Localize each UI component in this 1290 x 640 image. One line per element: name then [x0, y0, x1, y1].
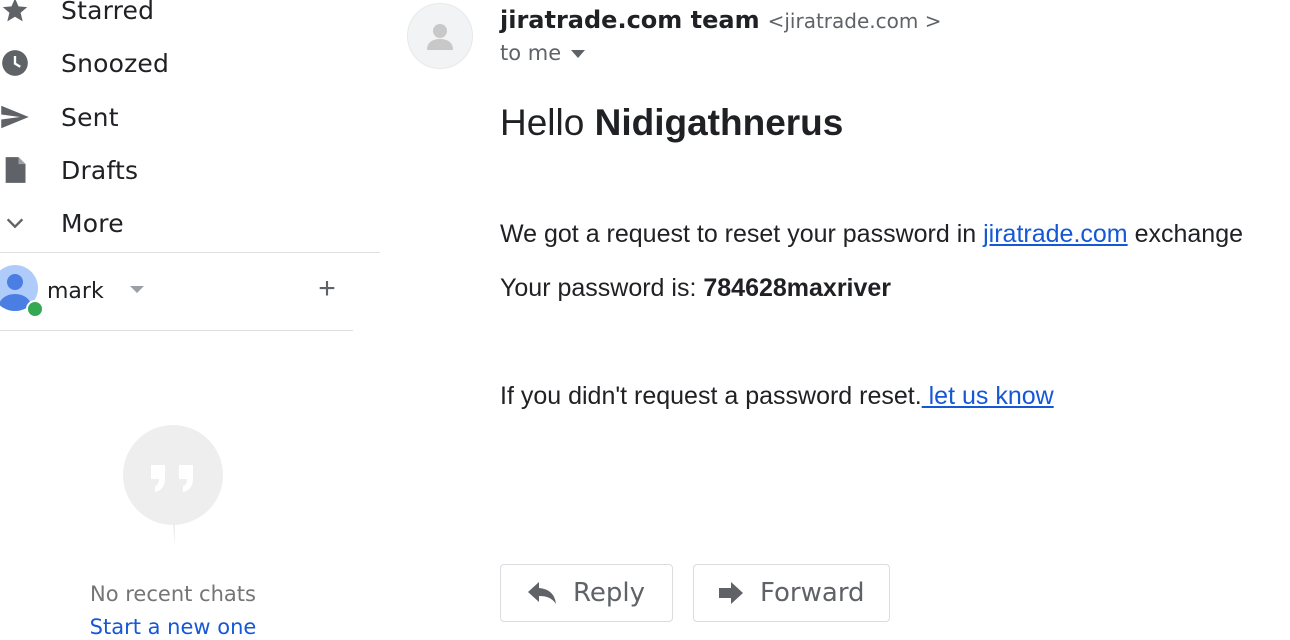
email-line-report: If you didn't request a password reset. …	[500, 382, 1054, 411]
account-caret-icon[interactable]	[130, 286, 144, 293]
account-name[interactable]: mark	[47, 279, 104, 304]
sidebar-item-drafts[interactable]: Drafts	[0, 145, 380, 195]
draft-icon	[0, 155, 30, 185]
recipient-details[interactable]: to me	[500, 41, 586, 65]
sidebar-item-label: More	[61, 208, 124, 238]
sidebar-item-label: Starred	[61, 0, 155, 25]
divider	[0, 330, 353, 331]
sidebar-item-label: Snoozed	[61, 48, 170, 78]
send-icon	[0, 102, 30, 132]
caret-down-icon	[571, 50, 586, 58]
forward-label: Forward	[760, 578, 865, 608]
recipient-label: to me	[500, 41, 562, 65]
body-text: If you didn't request a password reset.	[500, 382, 922, 410]
start-chat-link[interactable]: Start a new one	[0, 615, 346, 639]
email-line-request: We got a request to reset your password …	[500, 220, 1243, 249]
star-icon	[0, 0, 30, 25]
sidebar: Starred Snoozed Sent Drafts More mark + …	[0, 0, 380, 640]
reply-label: Reply	[573, 578, 646, 608]
email-view: jiratrade.com team <jiratrade.com > to me…	[380, 0, 1290, 640]
sidebar-item-sent[interactable]: Sent	[0, 92, 380, 142]
sender-header: jiratrade.com team <jiratrade.com >	[500, 6, 941, 34]
divider	[0, 252, 380, 253]
sidebar-item-more[interactable]: More	[0, 198, 380, 248]
sender-avatar[interactable]	[407, 3, 473, 69]
clock-icon	[0, 48, 30, 78]
forward-button[interactable]: Forward	[693, 564, 890, 622]
sender-email: <jiratrade.com >	[767, 9, 942, 33]
greeting-prefix: Hello	[500, 102, 585, 143]
no-chats-text: No recent chats	[90, 582, 256, 606]
email-greeting: Hello Nidigathnerus	[500, 102, 843, 144]
email-line-password: Your password is: 784628maxriver	[500, 274, 891, 303]
hangouts-quote-icon	[123, 425, 223, 547]
online-status-icon	[26, 300, 44, 318]
password-value: 784628maxriver	[703, 274, 892, 302]
body-text: We got a request to reset your password …	[500, 220, 977, 248]
body-text: exchange	[1134, 220, 1244, 248]
sidebar-item-label: Drafts	[61, 155, 139, 185]
sidebar-item-label: Sent	[61, 102, 119, 132]
sender-name: jiratrade.com team	[500, 6, 760, 34]
let-us-know-link[interactable]: let us know	[922, 382, 1054, 410]
account-row: mark +	[0, 262, 353, 320]
add-chat-button[interactable]: +	[312, 274, 342, 304]
reply-icon	[527, 580, 557, 606]
chevron-down-icon	[0, 208, 30, 238]
forward-icon	[718, 580, 744, 606]
body-text: Your password is:	[500, 274, 697, 302]
reply-button[interactable]: Reply	[500, 564, 673, 622]
sidebar-item-snoozed[interactable]: Snoozed	[0, 38, 380, 88]
domain-link[interactable]: jiratrade.com	[983, 220, 1128, 248]
sidebar-item-starred[interactable]: Starred	[0, 0, 380, 35]
greeting-name: Nidigathnerus	[594, 102, 844, 143]
